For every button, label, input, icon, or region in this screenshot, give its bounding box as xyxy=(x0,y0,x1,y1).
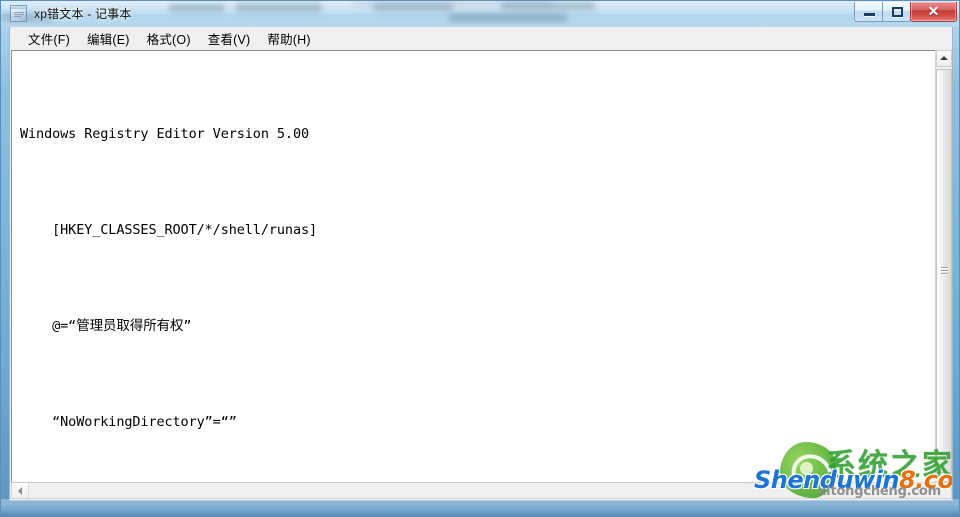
text-line: “NoWorkingDirectory”=“” xyxy=(20,414,237,430)
titlebar-artifact xyxy=(449,13,567,22)
maximize-button[interactable] xyxy=(882,2,911,22)
titlebar-artifact xyxy=(501,2,595,10)
titlebar-artifact xyxy=(236,3,322,12)
minimize-icon xyxy=(864,13,875,16)
arrow-up-icon xyxy=(940,56,948,60)
menu-item-format[interactable]: 格式(O) xyxy=(139,27,200,50)
minimize-button[interactable] xyxy=(854,2,883,22)
menu-item-file[interactable]: 文件(F) xyxy=(20,27,79,50)
window-controls: ✕ xyxy=(854,2,957,23)
maximize-icon xyxy=(892,7,903,17)
menu-item-edit[interactable]: 编辑(E) xyxy=(79,27,139,50)
text-line: @=“管理员取得所有权” xyxy=(20,318,192,334)
text-line: [HKEY_CLASSES_ROOT/*/shell/runas] xyxy=(20,222,318,238)
notepad-icon xyxy=(10,5,27,22)
vertical-scrollbar[interactable] xyxy=(935,50,952,498)
close-icon: ✕ xyxy=(927,3,940,19)
client-area: 文件(F) 编辑(E) 格式(O) 查看(V) 帮助(H) Windows Re… xyxy=(9,27,953,501)
window-title: xp错文本 - 记事本 xyxy=(34,7,132,21)
title-bar[interactable]: xp错文本 - 记事本 ✕ xyxy=(1,1,959,27)
menu-item-help[interactable]: 帮助(H) xyxy=(259,27,319,50)
scroll-up-button[interactable] xyxy=(936,50,952,67)
arrow-left-icon xyxy=(18,486,22,495)
text-line: Windows Registry Editor Version 5.00 xyxy=(20,126,309,142)
titlebar-artifact xyxy=(373,3,453,11)
vertical-scrollbar-thumb[interactable] xyxy=(936,69,952,473)
close-button[interactable]: ✕ xyxy=(910,2,957,22)
titlebar-artifact xyxy=(169,4,225,12)
menu-item-view[interactable]: 查看(V) xyxy=(200,27,260,50)
menu-bar: 文件(F) 编辑(E) 格式(O) 查看(V) 帮助(H) xyxy=(10,27,952,50)
window-bottom-edge xyxy=(1,499,959,516)
horizontal-scrollbar[interactable] xyxy=(11,482,952,499)
titlebar-artifact xyxy=(353,2,553,5)
text-content[interactable]: Windows Registry Editor Version 5.00 [HK… xyxy=(12,51,952,497)
scroll-left-button[interactable] xyxy=(12,483,29,498)
notepad-window: xp错文本 - 记事本 ✕ 文件(F) 编辑(E) 格式(O) 查看(V) 帮助… xyxy=(0,0,960,517)
grip-icon xyxy=(941,267,948,275)
text-edit-pane[interactable]: Windows Registry Editor Version 5.00 [HK… xyxy=(11,50,952,498)
